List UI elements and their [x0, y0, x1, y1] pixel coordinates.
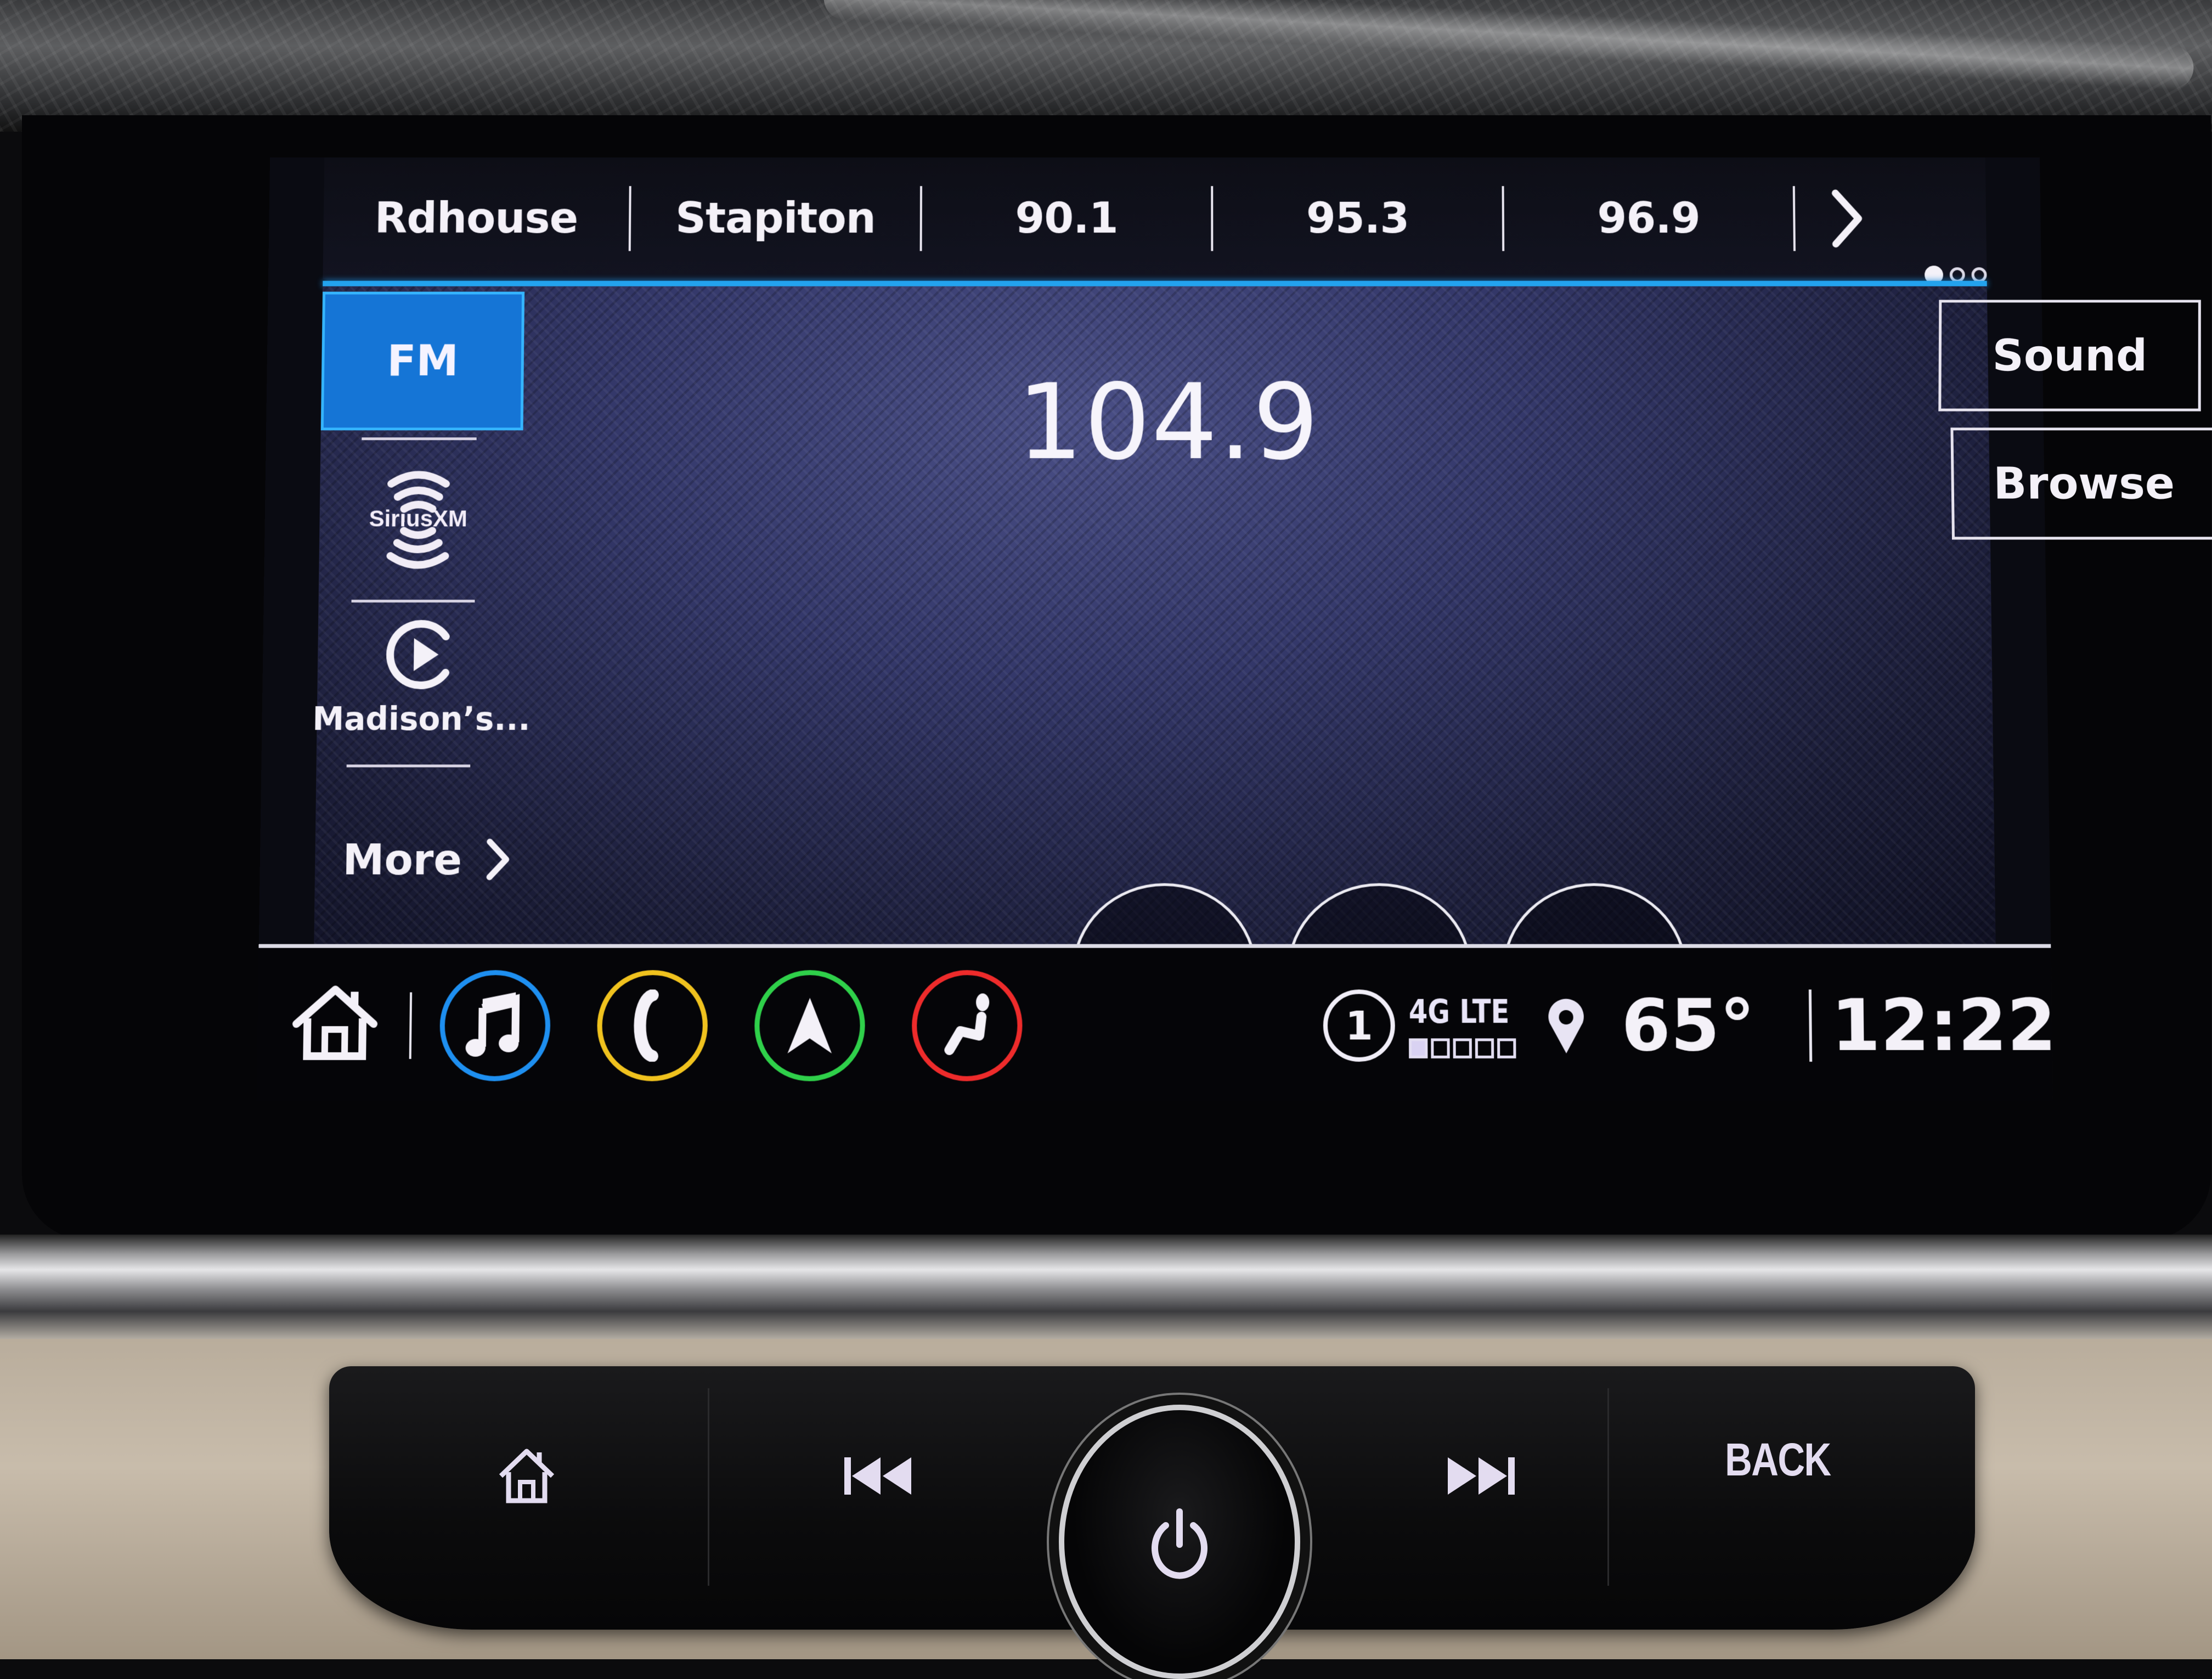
- signal-strength: [1409, 1038, 1516, 1058]
- current-frequency: 104.9: [895, 362, 1442, 482]
- source-app-button[interactable]: Madison’s...: [317, 613, 527, 762]
- signal-bar-filled: [1409, 1038, 1427, 1058]
- audio-app-button[interactable]: [439, 970, 551, 1081]
- user-profile-badge: 1: [1323, 989, 1395, 1062]
- siriusxm-logo-icon: SiriusXM: [335, 463, 501, 572]
- outside-temperature: 65°: [1621, 970, 1756, 1081]
- source-app-label: Madison’s...: [312, 700, 531, 737]
- network-label: 4G LTE: [1409, 993, 1510, 1030]
- location-indicator: [1544, 970, 1589, 1081]
- accent-divider: [323, 281, 1987, 286]
- hardware-back-button[interactable]: BACK: [1613, 1350, 1942, 1569]
- next-track-icon: [1446, 1454, 1517, 1498]
- hardware-home-button[interactable]: [362, 1366, 691, 1586]
- hardware-previous-button[interactable]: [713, 1366, 1042, 1586]
- more-label: More: [342, 835, 462, 884]
- source-fm-button[interactable]: FM: [321, 292, 524, 431]
- hardware-next-button[interactable]: [1317, 1366, 1646, 1586]
- back-label: BACK: [1725, 1433, 1830, 1486]
- clock-time: 12:22: [1831, 984, 2057, 1067]
- page-dot: [1971, 267, 1987, 283]
- network-status: 4G LTE: [1409, 970, 1528, 1081]
- infotainment-screen: Rdhouse Stapiton 90.1 95.3 96.9 FM: [257, 157, 2053, 1101]
- sound-button[interactable]: Sound: [1938, 300, 2201, 411]
- source-siriusxm-button[interactable]: SiriusXM: [335, 460, 501, 575]
- climate-app-button[interactable]: [912, 970, 1023, 1081]
- signal-bar-empty: [1497, 1038, 1516, 1058]
- status-divider-line: [1809, 989, 1812, 1062]
- power-volume-knob[interactable]: [1059, 1405, 1300, 1679]
- signal-bar-empty: [1453, 1038, 1472, 1058]
- preset-bar: Rdhouse Stapiton 90.1 95.3 96.9: [323, 157, 1987, 279]
- dashboard-trim-top: [0, 0, 2212, 132]
- navigation-arrow-icon: [785, 995, 834, 1056]
- user-profile-indicator[interactable]: 1: [1323, 970, 1395, 1081]
- home-icon: [290, 984, 380, 1062]
- navigation-app-button[interactable]: [754, 970, 865, 1081]
- power-icon: [1144, 1501, 1215, 1583]
- bottom-bar: 1 4G LTE 65° 12:22: [257, 948, 2053, 1101]
- status-divider: [1808, 970, 1812, 1081]
- source-divider: [347, 764, 471, 767]
- location-pin-icon: [1544, 995, 1588, 1056]
- browse-button[interactable]: Browse: [1950, 427, 2212, 539]
- trim-reflection: [823, 0, 2195, 91]
- siriusxm-logo-text: SiriusXM: [369, 505, 467, 531]
- hardware-divider: [708, 1388, 709, 1586]
- temperature-value: 65°: [1621, 984, 1756, 1067]
- next-presets-button[interactable]: [1795, 157, 1899, 279]
- preset-button[interactable]: 90.1: [922, 157, 1211, 279]
- bottom-divider: [259, 944, 2051, 948]
- source-divider: [362, 437, 476, 440]
- hardware-divider: [1607, 1388, 1609, 1586]
- signal-bar-empty: [1431, 1038, 1449, 1058]
- page-dot: [1950, 267, 1965, 283]
- source-divider: [352, 600, 475, 602]
- chevron-right-icon: [1827, 189, 1866, 249]
- preset-button[interactable]: Rdhouse: [323, 157, 629, 279]
- music-note-icon: [464, 992, 526, 1058]
- phone-app-button[interactable]: [597, 970, 708, 1081]
- clock: 12:22: [1831, 970, 2057, 1081]
- chrome-trim: [0, 1235, 2212, 1344]
- signal-bar-empty: [1475, 1038, 1494, 1058]
- preset-button[interactable]: 96.9: [1504, 157, 1793, 279]
- phone-icon: [630, 989, 675, 1062]
- nav-divider: [409, 992, 412, 1058]
- seat-icon: [939, 992, 995, 1058]
- preset-button[interactable]: 95.3: [1213, 157, 1502, 279]
- previous-track-icon: [842, 1454, 913, 1498]
- more-sources-button[interactable]: More: [342, 818, 552, 901]
- chevron-right-icon: [484, 837, 512, 882]
- audio-main-area: FM SiriusXM: [314, 286, 1995, 944]
- preset-button[interactable]: Stapiton: [630, 157, 920, 279]
- home-button[interactable]: [290, 978, 380, 1067]
- play-circle-icon: [380, 613, 464, 696]
- home-icon: [496, 1446, 557, 1506]
